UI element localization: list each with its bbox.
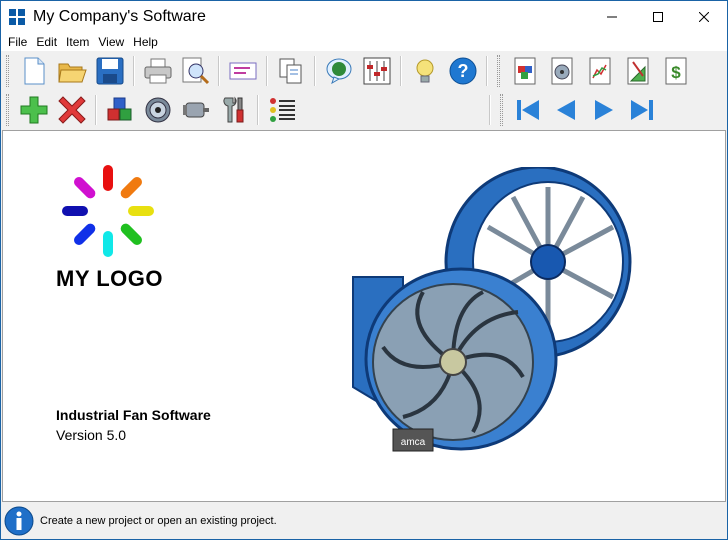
menu-view[interactable]: View — [98, 35, 124, 49]
window-title: My Company's Software — [33, 7, 206, 25]
svg-text:?: ? — [457, 61, 468, 81]
app-icon — [9, 8, 25, 25]
list-bullets-icon — [270, 98, 295, 122]
dollar-document-icon: $ — [665, 57, 687, 85]
sliders-icon — [363, 57, 391, 85]
next-button[interactable] — [587, 93, 621, 127]
list-button[interactable] — [265, 93, 299, 127]
globe-chat-icon — [326, 58, 352, 85]
chart-document-icon — [589, 57, 611, 85]
industrial-fan-image: amca — [352, 167, 632, 452]
app-window: My Company's Software File Edit Item Vie… — [0, 0, 728, 540]
last-button[interactable] — [625, 93, 659, 127]
previous-button[interactable] — [549, 93, 583, 127]
logo-text: MY LOGO — [56, 266, 163, 291]
next-icon — [595, 100, 613, 120]
toolbar-grip-right[interactable] — [500, 94, 503, 126]
toolbar-grip-right[interactable] — [496, 55, 500, 87]
open-folder-button[interactable] — [55, 54, 89, 88]
print-preview-icon — [182, 57, 210, 85]
chart-doc-button[interactable] — [583, 54, 617, 88]
last-icon — [631, 100, 653, 120]
object-doc-button[interactable] — [508, 54, 542, 88]
fan-document-icon — [551, 57, 573, 85]
web-button[interactable] — [322, 54, 356, 88]
cubes-icon — [107, 97, 132, 121]
delete-x-icon — [58, 96, 86, 124]
print-button[interactable] — [141, 54, 175, 88]
form-icon — [229, 62, 257, 80]
form-button[interactable] — [226, 54, 260, 88]
toolbar-grip[interactable] — [6, 94, 9, 126]
main-toolbar: ? $ — [1, 51, 727, 91]
rainbow-petals-logo — [62, 165, 154, 257]
fan-icon — [145, 97, 171, 123]
product-version: Version 5.0 — [56, 427, 127, 443]
copy-icon — [279, 58, 302, 84]
previous-icon — [557, 100, 575, 120]
tips-button[interactable] — [408, 54, 442, 88]
first-icon — [517, 100, 539, 120]
item-toolbar — [1, 90, 727, 130]
motor-button[interactable] — [179, 93, 213, 127]
splash-panel: MY LOGO Industrial Fan Software Version … — [2, 130, 726, 502]
close-button[interactable] — [681, 1, 727, 32]
save-button[interactable] — [93, 54, 127, 88]
motor-icon — [183, 102, 209, 118]
help-button[interactable]: ? — [446, 54, 480, 88]
copy-button[interactable] — [274, 54, 308, 88]
maximize-button[interactable] — [635, 1, 681, 32]
svg-text:$: $ — [671, 63, 681, 82]
menu-bar: File Edit Item View Help — [1, 32, 727, 51]
fan-doc-button[interactable] — [546, 54, 580, 88]
new-file-button[interactable] — [17, 54, 51, 88]
components-button[interactable] — [103, 93, 137, 127]
minimize-button[interactable] — [589, 1, 635, 32]
title-bar[interactable]: My Company's Software — [1, 1, 727, 32]
status-message: Create a new project or open an existing… — [40, 515, 277, 527]
product-name: Industrial Fan Software — [56, 407, 211, 423]
menu-file[interactable]: File — [8, 35, 27, 49]
first-button[interactable] — [511, 93, 545, 127]
drawing-doc-button[interactable] — [621, 54, 655, 88]
fan-button[interactable] — [141, 93, 175, 127]
menu-edit[interactable]: Edit — [36, 35, 57, 49]
svg-text:amca: amca — [401, 437, 426, 448]
print-preview-button[interactable] — [179, 54, 213, 88]
menu-item[interactable]: Item — [66, 35, 89, 49]
cubes-document-icon — [514, 57, 536, 85]
lightbulb-icon — [416, 59, 434, 83]
delete-item-button[interactable] — [55, 93, 89, 127]
info-icon — [4, 506, 34, 536]
drawing-document-icon — [627, 57, 649, 85]
new-file-icon — [24, 57, 45, 85]
add-item-button[interactable] — [17, 93, 51, 127]
save-icon — [96, 57, 124, 85]
open-folder-icon — [58, 63, 87, 83]
status-bar: Create a new project or open an existing… — [1, 503, 727, 539]
plus-icon — [20, 96, 48, 124]
tools-button[interactable] — [217, 93, 251, 127]
logo — [57, 163, 167, 263]
settings-sliders-button[interactable] — [360, 54, 394, 88]
help-icon: ? — [449, 57, 477, 85]
wrench-screwdriver-icon — [223, 96, 244, 123]
menu-help[interactable]: Help — [133, 35, 158, 49]
cost-doc-button[interactable]: $ — [659, 54, 693, 88]
printer-icon — [144, 58, 172, 84]
toolbar-grip[interactable] — [6, 55, 9, 87]
